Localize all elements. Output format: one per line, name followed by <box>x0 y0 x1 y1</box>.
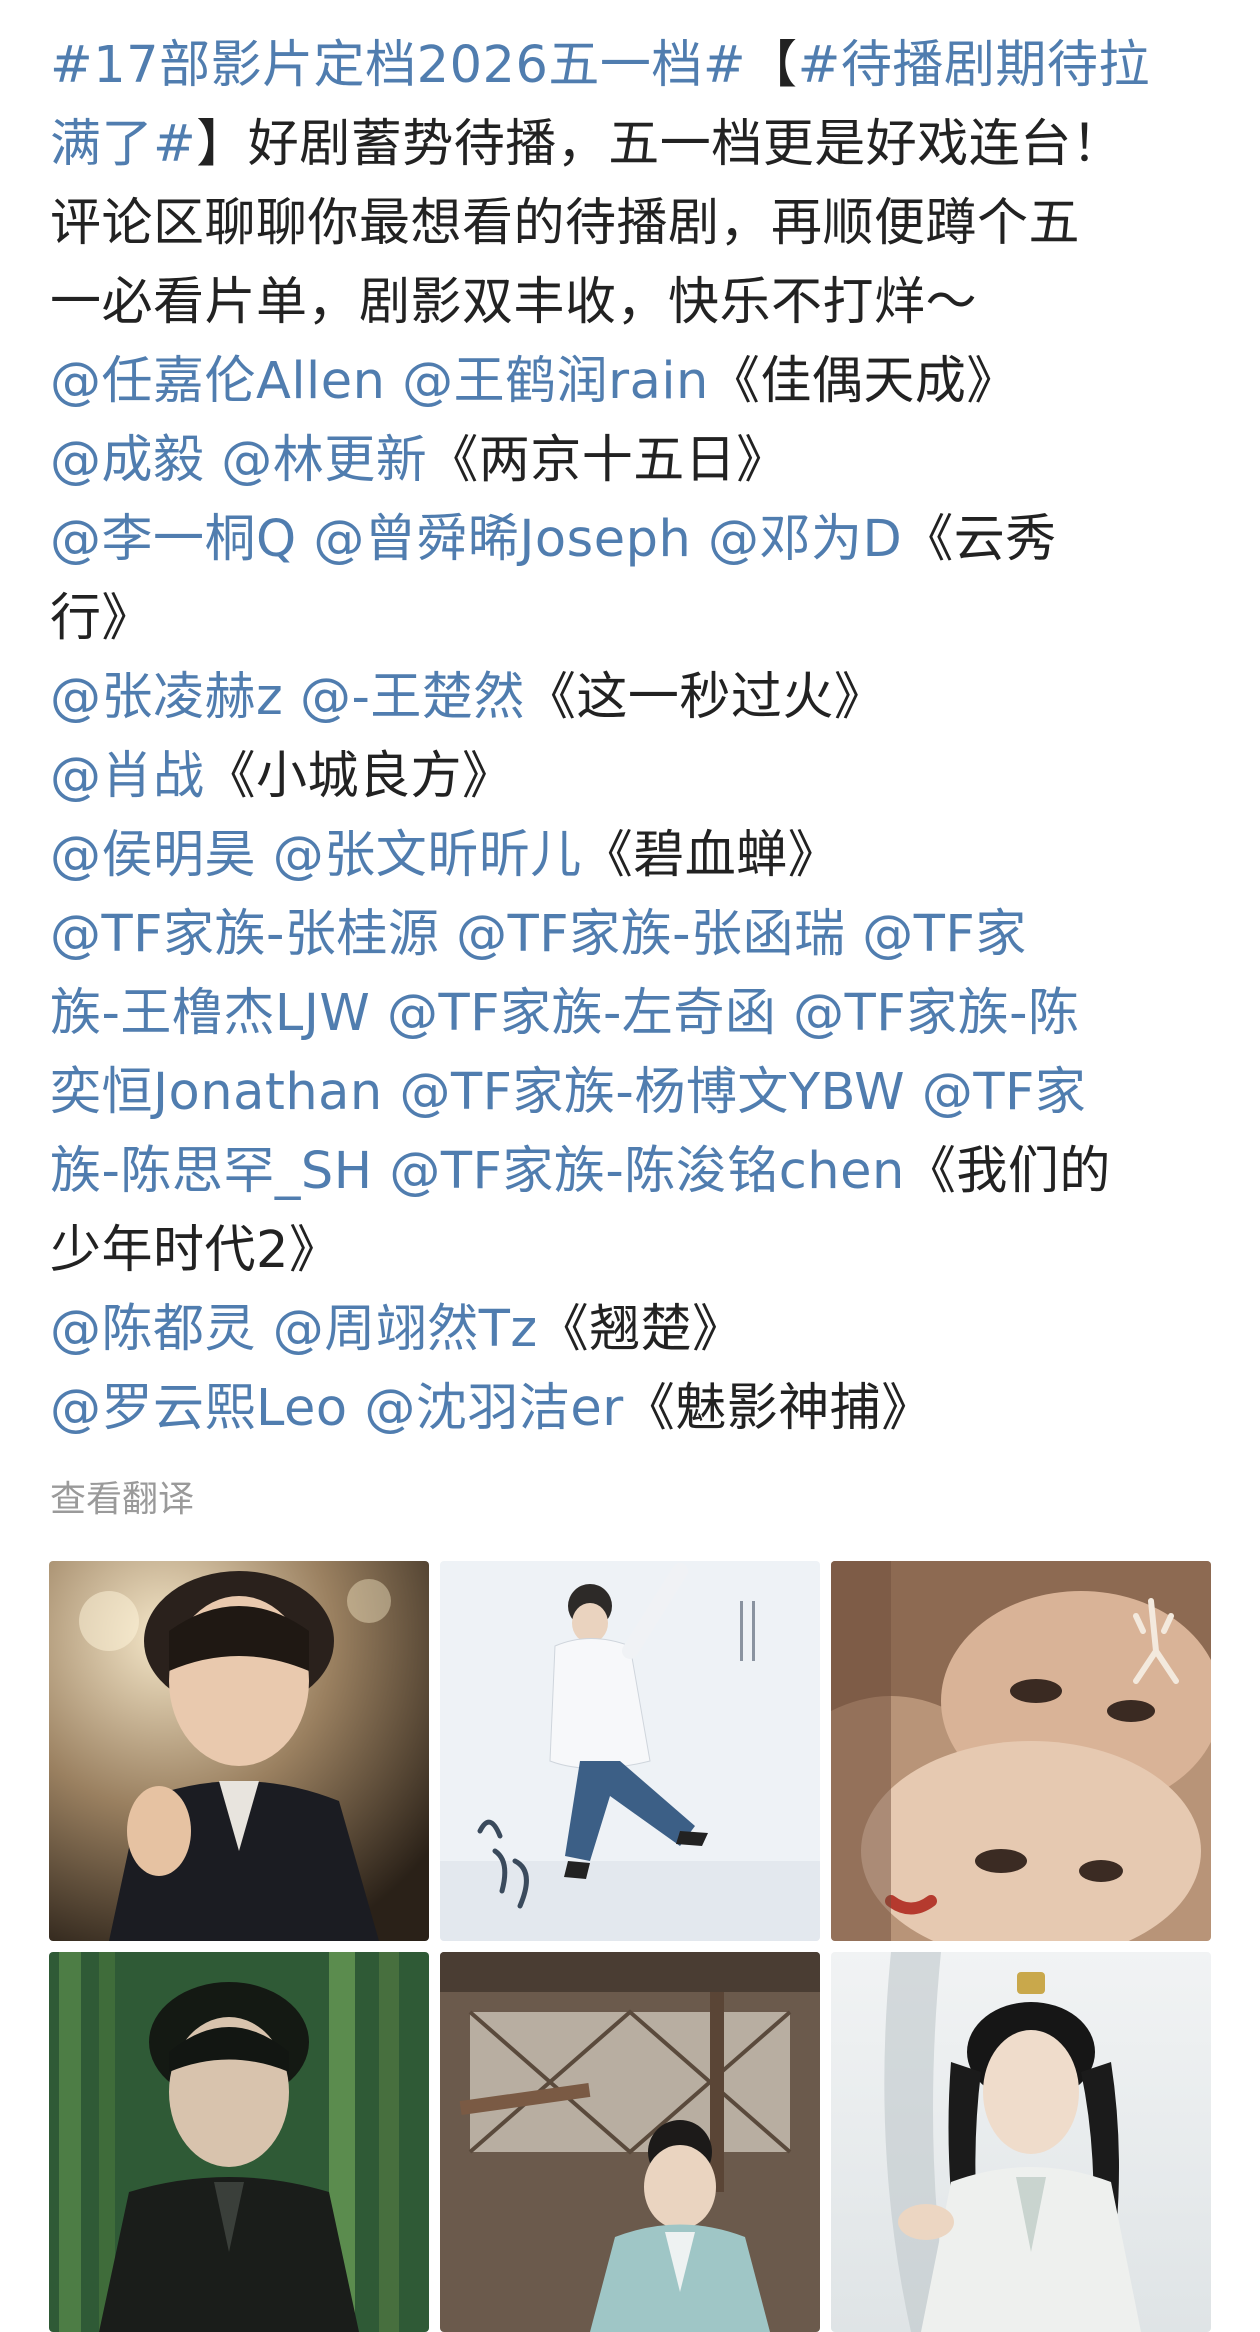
post-line: @TF家族-张桂源 @TF家族-张函瑞 @TF家 <box>50 895 1220 974</box>
mention-link[interactable]: @肖战 <box>50 747 205 806</box>
post-line: 族-王橹杰LJW @TF家族-左奇函 @TF家族-陈 <box>50 974 1220 1053</box>
poster-image <box>831 1561 1211 1941</box>
post-text-segment <box>256 1300 273 1359</box>
image-tile-2[interactable] <box>440 1561 820 1941</box>
weibo-post: #17部影片定档2026五一档#【#待播剧期待拉 满了#】好剧蓄势待播，五一档更是… <box>0 0 1260 2332</box>
post-text-segment <box>776 984 793 1043</box>
post-text-segment <box>370 984 387 1043</box>
mention-link[interactable]: 奕恒Jonathan <box>50 1063 383 1122</box>
post-text-segment: 一必看片单，剧影双丰收，快乐不打烊～ <box>50 273 978 332</box>
mention-link[interactable]: @成毅 <box>50 431 205 490</box>
post-text-segment <box>373 1142 390 1201</box>
post-line: @任嘉伦Allen @王鹤润rain《佳偶天成》 <box>50 342 1220 421</box>
post-text-segment <box>385 352 402 411</box>
post-text: #17部影片定档2026五一档#【#待播剧期待拉 满了#】好剧蓄势待播，五一档更是… <box>50 26 1220 1448</box>
post-text-segment <box>691 510 708 569</box>
mention-link[interactable]: 族-王橹杰LJW <box>50 984 370 1043</box>
mention-link[interactable]: @TF家族-陈浚铭chen <box>389 1142 904 1201</box>
image-tile-4[interactable] <box>49 1952 429 2332</box>
mention-link[interactable]: @张凌赫z <box>50 668 283 727</box>
post-text-segment: 《佳偶天成》 <box>708 352 1018 411</box>
image-tile-3[interactable] <box>831 1561 1211 1941</box>
mention-link[interactable]: @TF家族-杨博文YBW <box>399 1063 905 1122</box>
post-text-segment: 】好剧蓄势待播，五一档更是好戏连台！ <box>196 115 1124 174</box>
mention-link[interactable]: @TF家 <box>862 905 1027 964</box>
post-text-segment: 《我们的 <box>904 1142 1111 1201</box>
mention-link[interactable]: @邓为D <box>708 510 902 569</box>
translate-link[interactable]: 查看翻译 <box>50 1470 194 1522</box>
mention-link[interactable]: @任嘉伦Allen <box>50 352 385 411</box>
post-text-segment: 评论区聊聊你最想看的待播剧，再顺便蹲个五 <box>50 194 1081 253</box>
post-text-segment: 《小城良方》 <box>204 747 514 806</box>
post-text-segment: 少年时代2》 <box>50 1221 341 1280</box>
post-line: @侯明昊 @张文昕昕儿《碧血蝉》 <box>50 816 1220 895</box>
post-line: @肖战《小城良方》 <box>50 737 1220 816</box>
image-tile-5[interactable] <box>440 1952 820 2332</box>
post-line: 族-陈思罕_SH @TF家族-陈浚铭chen《我们的 <box>50 1132 1220 1211</box>
still-image <box>440 1952 820 2332</box>
post-line: 奕恒Jonathan @TF家族-杨博文YBW @TF家 <box>50 1053 1220 1132</box>
mention-link[interactable]: @TF家 <box>922 1063 1087 1122</box>
post-line: @李一桐Q @曾舜晞Joseph @邓为D《云秀 <box>50 500 1220 579</box>
post-line: 评论区聊聊你最想看的待播剧，再顺便蹲个五 <box>50 184 1220 263</box>
post-text-segment: 《魅影神捕》 <box>623 1379 933 1438</box>
post-text-segment: 《云秀 <box>902 510 1057 569</box>
mention-link[interactable]: @陈都灵 <box>50 1300 256 1359</box>
post-line: @陈都灵 @周翊然Tz《翘楚》 <box>50 1290 1220 1369</box>
mention-link[interactable]: @曾舜晞Joseph <box>313 510 691 569</box>
mention-link[interactable]: @张文昕昕儿 <box>273 826 582 885</box>
topic-link[interactable]: #待播剧期待拉 <box>798 36 1150 95</box>
post-line: #17部影片定档2026五一档#【#待播剧期待拉 <box>50 26 1220 105</box>
image-tile-1[interactable] <box>49 1561 429 1941</box>
post-text-segment <box>348 1379 365 1438</box>
mention-link[interactable]: 族-陈思罕_SH <box>50 1142 373 1201</box>
mention-link[interactable]: @TF家族-张函瑞 <box>456 905 845 964</box>
post-text-segment: 行》 <box>50 589 154 648</box>
portrait-image <box>49 1561 429 1941</box>
mention-link[interactable]: @侯明昊 <box>50 826 256 885</box>
topic-link[interactable]: 满了# <box>50 115 196 174</box>
post-line: @罗云熙Leo @沈羽洁er《魅影神捕》 <box>50 1369 1220 1448</box>
mention-link[interactable]: @李一桐Q <box>50 510 297 569</box>
post-text-segment <box>846 905 863 964</box>
post-text-segment <box>383 1063 400 1122</box>
post-text-segment: 《两京十五日》 <box>427 431 788 490</box>
mention-link[interactable]: @王鹤润rain <box>402 352 709 411</box>
post-text-segment: 【 <box>746 36 798 95</box>
mention-link[interactable]: @周翊然Tz <box>273 1300 538 1359</box>
mention-link[interactable]: @林更新 <box>221 431 427 490</box>
post-text-segment <box>283 668 300 727</box>
image-tile-6[interactable] <box>831 1952 1211 2332</box>
post-text-segment: 《翘楚》 <box>537 1300 744 1359</box>
mention-link[interactable]: @罗云熙Leo <box>50 1379 348 1438</box>
poster-image <box>440 1561 820 1941</box>
mention-link[interactable]: @TF家族-张桂源 <box>50 905 439 964</box>
post-text-segment <box>205 431 222 490</box>
post-line: 一必看片单，剧影双丰收，快乐不打烊～ <box>50 263 1220 342</box>
mention-link[interactable]: @TF家族-陈 <box>793 984 1079 1043</box>
post-text-segment: 《这一秒过火》 <box>524 668 886 727</box>
mention-link[interactable]: @-王楚然 <box>300 668 525 727</box>
mention-link[interactable]: @沈羽洁er <box>364 1379 623 1438</box>
post-text-segment <box>256 826 273 885</box>
topic-link[interactable]: #17部影片定档2026五一档# <box>50 36 746 95</box>
post-text-segment <box>905 1063 922 1122</box>
post-line: @成毅 @林更新《两京十五日》 <box>50 421 1220 500</box>
post-text-segment <box>439 905 456 964</box>
post-text-segment: 《碧血蝉》 <box>581 826 840 885</box>
post-line: 行》 <box>50 579 1220 658</box>
post-line: 满了#】好剧蓄势待播，五一档更是好戏连台！ <box>50 105 1220 184</box>
still-image <box>49 1952 429 2332</box>
post-line: 少年时代2》 <box>50 1211 1220 1290</box>
post-text-segment <box>297 510 314 569</box>
poster-image <box>831 1952 1211 2332</box>
mention-link[interactable]: @TF家族-左奇函 <box>387 984 776 1043</box>
post-line: @张凌赫z @-王楚然《这一秒过火》 <box>50 658 1220 737</box>
